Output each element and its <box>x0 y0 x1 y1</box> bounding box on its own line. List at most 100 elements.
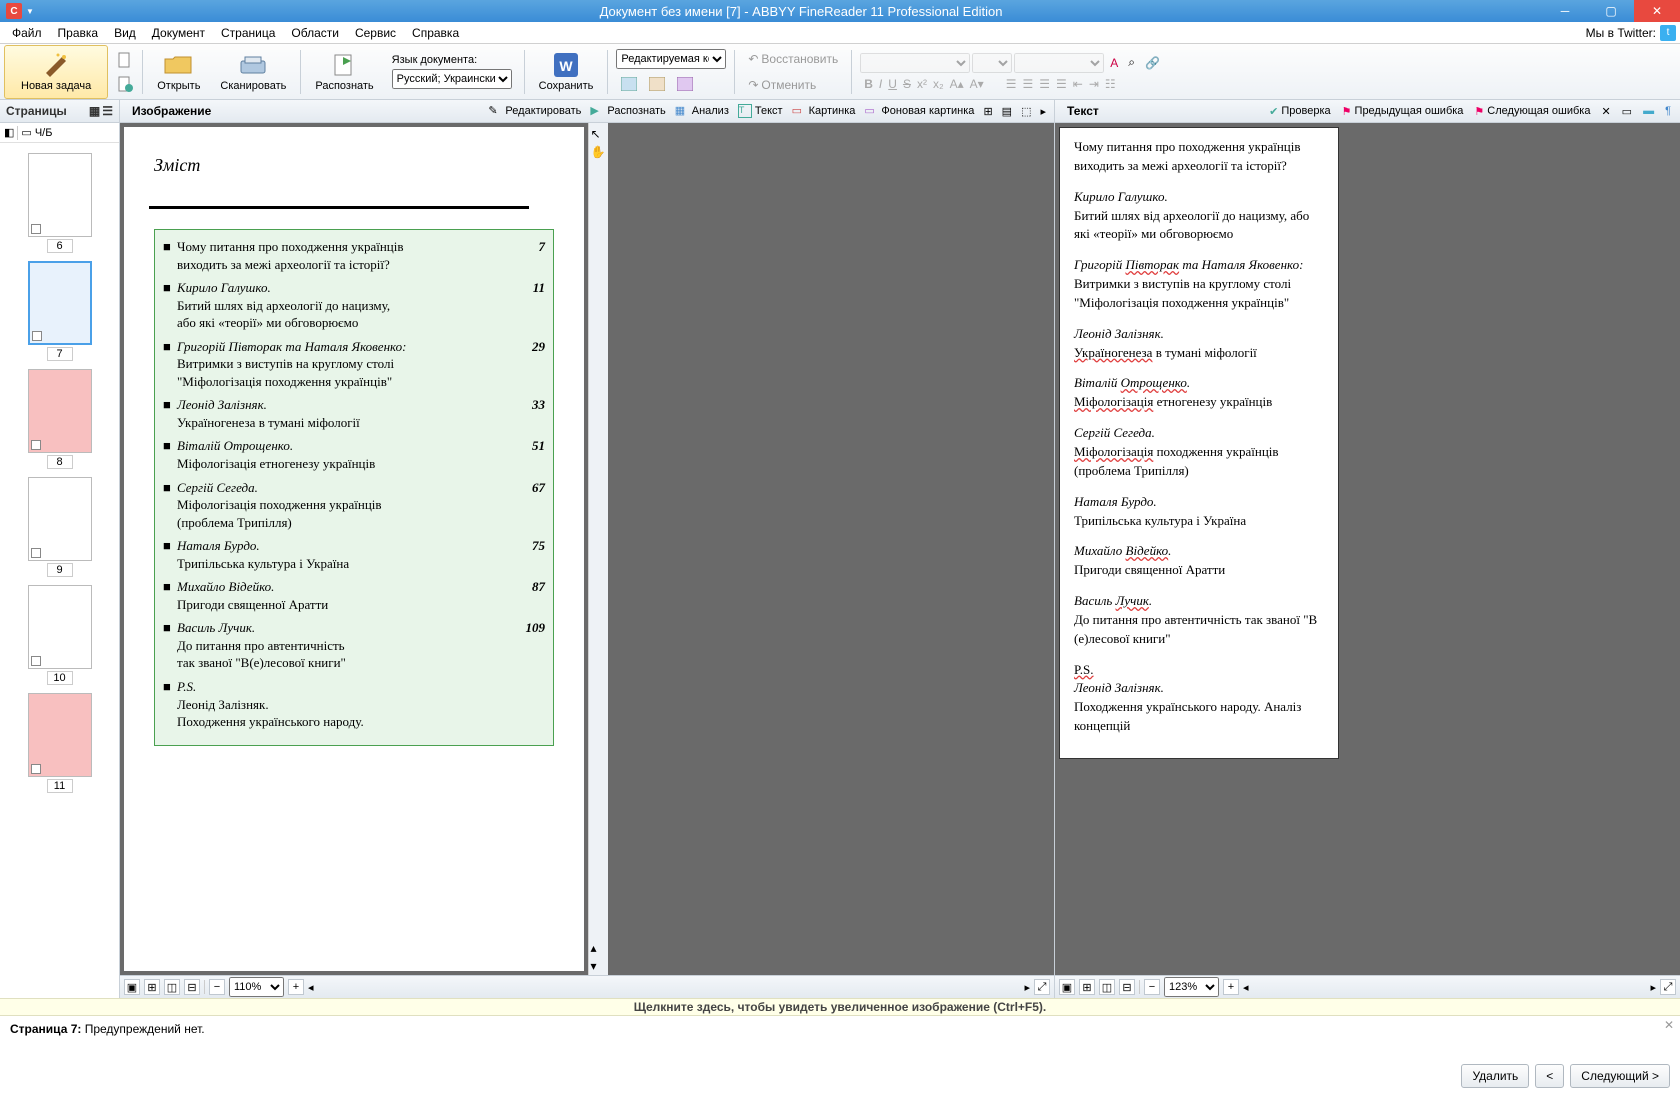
analyze-tool[interactable]: ▦Анализ <box>671 102 733 120</box>
pages-list[interactable]: 67891011 <box>0 143 119 998</box>
page-thumb-10[interactable] <box>28 585 92 669</box>
font-inc-icon[interactable]: A▴ <box>950 77 964 91</box>
down-icon[interactable]: ▾ <box>591 959 607 975</box>
font-dec-icon[interactable]: A▾ <box>970 77 984 91</box>
text-prev-icon[interactable]: ◂ <box>1243 981 1249 994</box>
layout-2-icon[interactable] <box>644 73 670 95</box>
collapse-icon[interactable]: ▸ <box>1036 103 1050 120</box>
align-right-icon[interactable]: ☰ <box>1039 77 1050 91</box>
image-zoom-select[interactable]: 110% <box>229 977 284 997</box>
next-page-button[interactable]: Следующий > <box>1570 1064 1670 1088</box>
menu-service[interactable]: Сервис <box>347 24 404 42</box>
text-split-v-icon[interactable]: ⊟ <box>1119 979 1135 995</box>
page-image[interactable]: Зміст ■Чому питання про походження украї… <box>124 127 584 971</box>
sup-icon[interactable]: x² <box>917 77 927 91</box>
next-error-tool[interactable]: ⚑Следующая ошибка <box>1469 103 1595 120</box>
split-v-icon[interactable]: ⊟ <box>184 979 200 995</box>
menu-document[interactable]: Документ <box>144 24 213 42</box>
hl-icon[interactable]: ▬ <box>1638 103 1659 119</box>
layout-1-icon[interactable] <box>616 73 642 95</box>
scan-button[interactable]: Сканировать <box>210 45 296 99</box>
menu-page[interactable]: Страница <box>213 24 283 42</box>
save-button[interactable]: W Сохранить <box>529 45 604 99</box>
menu-help[interactable]: Справка <box>404 24 467 42</box>
prev-icon[interactable]: ◂ <box>308 981 314 994</box>
cursor-icon[interactable]: ↖ <box>591 127 607 143</box>
pages-view-icon[interactable]: ▦ <box>89 104 100 118</box>
table-tool-icon[interactable]: ⊞ <box>979 103 996 120</box>
page-thumb-9[interactable] <box>28 477 92 561</box>
del-icon[interactable]: ✕ <box>1596 103 1615 120</box>
dropdown-icon[interactable]: ▼ <box>26 7 34 16</box>
pages-list-icon[interactable]: ☰ <box>102 104 113 118</box>
list-icon[interactable]: ☷ <box>1105 77 1116 91</box>
hint-bar[interactable]: Щелкните здесь, чтобы увидеть увеличенно… <box>0 998 1680 1016</box>
doc-icon[interactable] <box>114 50 136 70</box>
select-tool-icon[interactable]: ⬚ <box>1017 103 1035 120</box>
lang-select[interactable]: Русский; Украински <box>392 69 512 89</box>
style-select[interactable] <box>1014 53 1104 73</box>
para-icon[interactable]: ¶ <box>1660 103 1676 119</box>
page-thumb-11[interactable] <box>28 693 92 777</box>
size-select[interactable] <box>972 53 1012 73</box>
strike-icon[interactable]: S <box>903 77 911 91</box>
sub-icon[interactable]: x₂ <box>933 77 944 91</box>
twitter-icon[interactable]: t <box>1660 25 1676 41</box>
bw-icon[interactable]: ◧ <box>4 126 14 139</box>
text-zoom-out-icon[interactable]: − <box>1144 979 1160 995</box>
text-tool[interactable]: TТекст <box>734 102 787 120</box>
search-icon[interactable]: ⌕ <box>1124 55 1139 70</box>
bgpicture-tool[interactable]: ▭Фоновая картинка <box>860 102 978 120</box>
area-tool-icon[interactable]: ▤ <box>998 103 1016 120</box>
delete-button[interactable]: Удалить <box>1461 1064 1529 1088</box>
indent-inc-icon[interactable]: ⇥ <box>1089 77 1099 91</box>
bold-icon[interactable]: B <box>864 77 873 91</box>
status-close-icon[interactable]: ✕ <box>1664 1018 1674 1032</box>
recognition-area[interactable]: ■Чому питання про походження українцівви… <box>154 229 554 746</box>
up-icon[interactable]: ▴ <box>591 941 607 957</box>
text-split-h-icon[interactable]: ◫ <box>1099 979 1115 995</box>
align-justify-icon[interactable]: ☰ <box>1056 77 1067 91</box>
layout-3-icon[interactable] <box>672 73 698 95</box>
text-fit-icon[interactable]: ▣ <box>1059 979 1075 995</box>
page-thumb-8[interactable] <box>28 369 92 453</box>
align-center-icon[interactable]: ☰ <box>1022 77 1033 91</box>
check-tool[interactable]: ✔Проверка <box>1264 103 1336 120</box>
indent-dec-icon[interactable]: ⇤ <box>1073 77 1083 91</box>
highlight-icon[interactable]: A <box>1106 56 1122 70</box>
recognize-tool[interactable]: ▶Распознать <box>586 102 669 120</box>
page-thumb-6[interactable] <box>28 153 92 237</box>
expand-icon[interactable]: ⤢ <box>1034 979 1050 995</box>
recognize-button[interactable]: Распознать <box>305 45 383 99</box>
link-icon[interactable]: 🔗 <box>1141 56 1164 70</box>
edit-tool[interactable]: ✎Редактировать <box>484 102 585 120</box>
doc-new-icon[interactable] <box>114 74 136 94</box>
grid-icon[interactable]: ⊞ <box>144 979 160 995</box>
picture-tool[interactable]: ▭Картинка <box>788 102 860 120</box>
layout-select[interactable]: Редактируемая копи <box>616 49 726 69</box>
minimize-button[interactable]: ─ <box>1542 0 1588 22</box>
prev-error-tool[interactable]: ⚑Предыдущая ошибка <box>1337 103 1469 120</box>
open-button[interactable]: Открыть <box>147 45 210 99</box>
text-editor[interactable]: Чому питання про походження українців ви… <box>1059 127 1339 759</box>
menu-view[interactable]: Вид <box>106 24 144 42</box>
fit-page-icon[interactable]: ▣ <box>124 979 140 995</box>
close-button[interactable]: ✕ <box>1634 0 1680 22</box>
text-next-icon[interactable]: ▸ <box>1650 981 1656 994</box>
menu-areas[interactable]: Области <box>283 24 347 42</box>
italic-icon[interactable]: I <box>879 77 882 91</box>
new-task-button[interactable]: Новая задача <box>4 45 108 99</box>
menu-file[interactable]: Файл <box>4 24 50 42</box>
maximize-button[interactable]: ▢ <box>1588 0 1634 22</box>
page-thumb-7[interactable] <box>28 261 92 345</box>
menu-edit[interactable]: Правка <box>50 24 107 42</box>
zoom-out-icon[interactable]: − <box>209 979 225 995</box>
hand-icon[interactable]: ✋ <box>591 145 607 161</box>
underline-icon[interactable]: U <box>888 77 897 91</box>
text-zoom-in-icon[interactable]: + <box>1223 979 1239 995</box>
text-expand-icon[interactable]: ⤢ <box>1660 979 1676 995</box>
text-zoom-select[interactable]: 123% <box>1164 977 1219 997</box>
pic-icon[interactable]: ▭ <box>1617 103 1637 120</box>
text-grid-icon[interactable]: ⊞ <box>1079 979 1095 995</box>
next-icon[interactable]: ▸ <box>1024 981 1030 994</box>
